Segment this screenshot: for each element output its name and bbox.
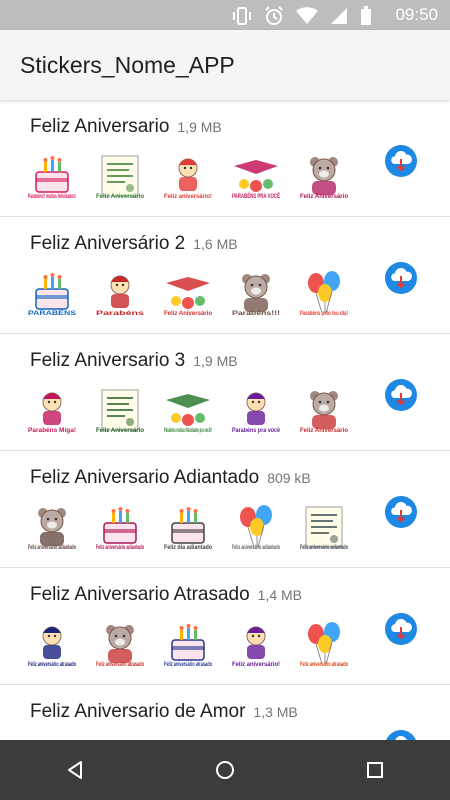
sticker-pack-row[interactable]: Feliz Aniversario 3 1,9 MB Parabéns Miga!… <box>0 334 450 451</box>
pack-name: Feliz Aniversario Adiantado <box>30 467 260 488</box>
recents-button[interactable] <box>345 740 405 800</box>
sticker-previews: Parabéns Miga! Feliz Aniversário Parabéns … <box>26 384 350 436</box>
home-button[interactable] <box>195 740 255 800</box>
sticker-thumbnail: Parabéns!! muitas felicidades! <box>28 156 76 200</box>
sticker-thumbnail: Feliz aniversário atrasado <box>300 622 348 668</box>
sticker-previews: PARABÉNS Parabéns Feliz Aniversário Parabén… <box>26 267 350 319</box>
sticker-thumbnail: Feliz aniversário adiantado <box>232 505 280 551</box>
sticker-previews: Feliz aniversário adiantado Feliz anivers… <box>26 501 350 553</box>
back-icon <box>68 761 82 779</box>
pack-size: 1,6 MB <box>193 236 238 252</box>
sticker-caption: PARABÉNS PRA VOCÊ <box>232 191 280 200</box>
pack-name: Feliz Aniversario <box>30 116 170 137</box>
status-bar: 09:50 <box>0 0 450 30</box>
sticker-thumbnail: Feliz Aniversário <box>96 389 144 434</box>
sticker-thumbnail: Parabéns pelo teu dia! <box>300 271 348 317</box>
sticker-caption: Feliz aniversário adiantado <box>232 544 280 551</box>
sticker-caption: Feliz aniversário atrasado <box>300 661 348 668</box>
signal-icon <box>331 8 347 24</box>
sticker-thumbnail: Feliz Aniversário <box>300 391 348 434</box>
pack-size: 1,9 MB <box>193 353 238 369</box>
download-icon[interactable] <box>384 378 418 412</box>
sticker-thumbnail: Feliz Aniversário <box>300 157 348 200</box>
sticker-caption: Parabéns muitas felicidades pra você!! <box>164 427 212 434</box>
alarm-icon <box>265 6 283 25</box>
sticker-pack-row[interactable]: Feliz Aniversario de Amor 1,3 MB <box>0 685 450 740</box>
sticker-pack-row[interactable]: Feliz Aniversario 1,9 MB Parabéns!! muita… <box>0 100 450 217</box>
download-icon[interactable] <box>384 729 418 740</box>
sticker-thumbnail: PARABÉNS PRA VOCÊ <box>232 160 280 200</box>
sticker-thumbnail: Feliz aniversário! <box>232 626 280 668</box>
sticker-caption: Feliz Aniversário <box>96 427 144 434</box>
home-icon <box>216 761 234 779</box>
sticker-caption: Feliz aniversário adiantado <box>96 544 144 551</box>
download-icon[interactable] <box>384 261 418 295</box>
sticker-thumbnail: Parabéns Miga! <box>28 392 76 434</box>
sticker-thumbnail: Feliz Aniversário <box>164 277 212 317</box>
sticker-caption: Feliz aniversário! <box>232 661 280 668</box>
sticker-caption: Parabéns <box>96 310 145 317</box>
sticker-caption: Feliz dia adiantado <box>164 544 212 551</box>
recents-icon <box>367 762 383 778</box>
download-icon[interactable] <box>384 612 418 646</box>
pack-name: Feliz Aniversario Atrasado <box>30 584 250 605</box>
sticker-pack-row[interactable]: Feliz Aniversário 2 1,6 MB PARABÉNS Parabé… <box>0 217 450 334</box>
sticker-caption: Feliz Aniversário <box>96 193 144 200</box>
sticker-caption: Feliz Aniversário <box>300 193 348 200</box>
sticker-caption: Feliz aniversário adiantado <box>300 544 348 551</box>
sticker-thumbnail: PARABÉNS <box>28 273 77 317</box>
app-bar: Stickers_Nome_APP <box>0 30 450 100</box>
sticker-pack-list[interactable]: Feliz Aniversario 1,9 MB Parabéns!! muita… <box>0 100 450 740</box>
sticker-thumbnail: Parabéns muitas felicidades pra você!! <box>164 394 212 434</box>
pack-size: 1,9 MB <box>177 119 222 135</box>
sticker-caption: Feliz aniversário atrasado <box>164 661 212 668</box>
sticker-thumbnail: Feliz aniversário adiantado <box>28 508 76 551</box>
sticker-caption: Parabéns!! muitas felicidades! <box>28 193 76 200</box>
sticker-thumbnail: Feliz aniversário atrasado <box>164 624 212 668</box>
sticker-thumbnail: Feliz aniversário! <box>164 158 212 200</box>
sticker-caption: Feliz aniversário atrasado <box>96 661 144 668</box>
vibrate-icon <box>233 7 251 25</box>
sticker-caption: Feliz Aniversário <box>164 310 212 317</box>
status-icons <box>232 6 372 26</box>
pack-name: Feliz Aniversário 2 <box>30 233 186 254</box>
sticker-caption: Feliz Aniversário <box>300 427 348 434</box>
sticker-thumbnail: Feliz aniversário adiantado <box>96 507 144 551</box>
sticker-caption: Feliz aniversário adiantado <box>28 544 76 551</box>
wifi-icon <box>296 7 318 24</box>
app-title: Stickers_Nome_APP <box>20 52 235 78</box>
pack-size: 1,4 MB <box>257 587 303 603</box>
back-button[interactable] <box>45 740 105 800</box>
sticker-thumbnail: Parabéns!!! <box>232 274 280 317</box>
sticker-caption: Parabéns!!! <box>232 310 280 317</box>
pack-size: 1,3 MB <box>253 704 298 720</box>
sticker-thumbnail: Feliz aniversário adiantado <box>300 506 348 551</box>
sticker-thumbnail: Feliz Aniversário <box>96 155 144 200</box>
pack-name: Feliz Aniversario 3 <box>30 350 186 371</box>
sticker-caption: Parabéns pelo teu dia! <box>300 310 348 317</box>
sticker-thumbnail: Feliz dia adiantado <box>164 507 212 551</box>
system-nav-bar <box>0 740 450 800</box>
sticker-caption: Feliz aniversário atrasado <box>28 661 76 668</box>
battery-icon <box>361 6 371 25</box>
sticker-pack-row[interactable]: Feliz Aniversario Adiantado 809 kB Feliz … <box>0 451 450 568</box>
pack-name: Feliz Aniversario de Amor <box>30 701 246 722</box>
sticker-thumbnail: Feliz aniversário atrasado <box>28 626 76 668</box>
download-icon[interactable] <box>384 144 418 178</box>
sticker-caption: Parabéns Miga! <box>28 427 76 434</box>
clock: 09:50 <box>395 5 438 24</box>
sticker-caption: PARABÉNS <box>28 308 77 317</box>
sticker-caption: Feliz aniversário! <box>164 193 212 200</box>
pack-size: 809 kB <box>267 470 311 486</box>
sticker-caption: Parabéns pra você <box>232 427 280 434</box>
sticker-thumbnail: Feliz aniversário atrasado <box>96 625 144 668</box>
sticker-thumbnail: Parabéns pra você <box>232 392 280 434</box>
sticker-previews: Parabéns!! muitas felicidades! Feliz Aniv… <box>26 150 350 202</box>
sticker-pack-row[interactable]: Feliz Aniversario Atrasado 1,4 MB Feliz a… <box>0 568 450 685</box>
download-icon[interactable] <box>384 495 418 529</box>
sticker-previews: Feliz aniversário atrasado Feliz aniversá… <box>26 618 350 670</box>
sticker-thumbnail: Parabéns <box>96 275 145 317</box>
